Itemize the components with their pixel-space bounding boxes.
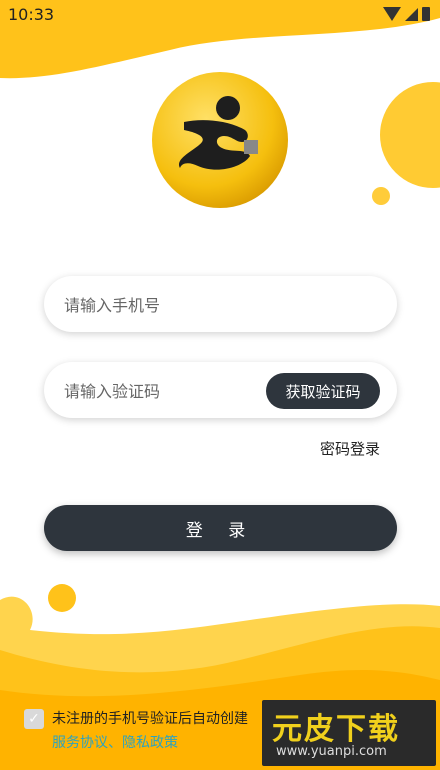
watermark-url: www.yuanpi.com	[276, 744, 387, 759]
code-input[interactable]	[62, 362, 256, 420]
privacy-policy-link[interactable]: 隐私政策	[122, 735, 178, 751]
status-time: 10:33	[8, 5, 55, 24]
get-code-button[interactable]: 获取验证码	[266, 373, 380, 409]
status-bar: 10:33	[0, 0, 440, 30]
agreement-checkbox[interactable]: ✓	[24, 709, 44, 729]
link-separator: 、	[108, 735, 122, 751]
watermark-logo: 元皮下载 www.yuanpi.com	[262, 700, 436, 766]
code-field: 获取验证码	[44, 362, 397, 420]
signal-icon	[405, 7, 418, 21]
battery-icon	[422, 7, 430, 21]
agreement-row: ✓ 未注册的手机号验证后自动创建	[24, 708, 248, 729]
phone-input[interactable]	[62, 276, 386, 334]
small-yellow-dot	[371, 186, 391, 206]
watermark-title: 元皮下载	[272, 712, 400, 747]
phone-field	[44, 276, 397, 334]
right-yellow-circle	[378, 80, 440, 190]
password-login-link[interactable]: 密码登录	[320, 438, 380, 459]
login-button[interactable]: 登 录	[44, 505, 397, 551]
wifi-icon	[383, 7, 401, 21]
agreement-links: 服务协议、隐私政策	[52, 732, 178, 752]
app-logo	[150, 70, 290, 210]
agreement-text: 未注册的手机号验证后自动创建	[52, 711, 248, 727]
status-icons	[383, 7, 430, 21]
service-agreement-link[interactable]: 服务协议	[52, 735, 108, 751]
